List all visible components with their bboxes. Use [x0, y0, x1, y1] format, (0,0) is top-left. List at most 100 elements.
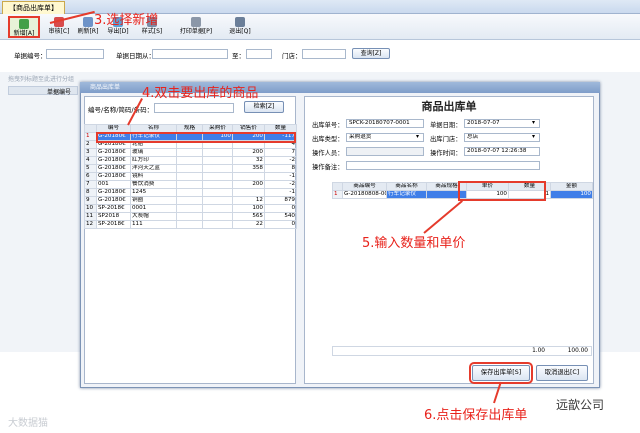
- refresh-button-label: 刷新[R]: [77, 28, 99, 35]
- col-header[interactable]: [332, 182, 343, 191]
- product-row[interactable]: 6 G-20180€ 镜料 -1: [84, 172, 297, 181]
- stock-qty: -2: [264, 156, 297, 165]
- purchase-price: [202, 148, 233, 157]
- product-code: G-20180€: [96, 172, 131, 181]
- product-search-button[interactable]: 检索[Z]: [244, 101, 284, 113]
- sale-price: [232, 172, 265, 181]
- doc-no-field[interactable]: SPCK-20180707-0001: [346, 119, 424, 128]
- total-amount: 100.00: [567, 348, 588, 354]
- total-quantity: 1.00: [532, 348, 545, 354]
- new-button-label: 新增[A]: [13, 30, 35, 37]
- step5-annotation: 5.输入数量和单价: [362, 236, 466, 251]
- amount-cell: 100: [550, 190, 593, 199]
- row-number: 2: [84, 140, 97, 149]
- chevron-down-icon[interactable]: ▾: [532, 119, 535, 126]
- exit-button[interactable]: 退出[Q]: [226, 16, 254, 38]
- row-number: 6: [84, 172, 97, 181]
- store-input[interactable]: [302, 49, 346, 59]
- chevron-down-icon[interactable]: ▾: [532, 133, 535, 140]
- op-time-label: 操作时间：: [430, 150, 462, 157]
- row-number: 12: [84, 220, 97, 229]
- print-button[interactable]: 打印单据[P]: [172, 16, 220, 38]
- doc-date-label: 单据日期：: [430, 122, 462, 129]
- product-spec: [176, 188, 203, 197]
- product-row[interactable]: 12 SP-2018€ 111 22 0: [84, 220, 297, 229]
- doc-no-input[interactable]: [46, 49, 104, 59]
- stock-qty: 8: [264, 164, 297, 173]
- col-header[interactable]: 金额: [550, 182, 593, 191]
- chevron-down-icon[interactable]: ▾: [416, 133, 419, 140]
- date-from-input[interactable]: [152, 49, 228, 59]
- store-select[interactable]: 总店: [464, 133, 540, 142]
- product-row[interactable]: 10 SP-2018€ 0001 100 0: [84, 204, 297, 213]
- document-tab[interactable]: 【商品出库单】: [2, 1, 65, 14]
- remark-field[interactable]: [346, 161, 540, 170]
- sale-price: 100: [232, 204, 265, 213]
- product-spec: [176, 196, 203, 205]
- product-name: 洋河天之蓝: [130, 164, 177, 173]
- row-number: 10: [84, 204, 97, 213]
- audit-button-label: 审核[C]: [48, 28, 70, 35]
- product-code: G-20180€: [96, 156, 131, 165]
- save-stock-out-button[interactable]: 保存出库单[S]: [469, 362, 533, 384]
- product-spec: [176, 156, 203, 165]
- product-row[interactable]: 11 SP2018 大炭帽 565 540: [84, 212, 297, 221]
- product-row[interactable]: 7 001 餐饮消费 200 -2: [84, 180, 297, 189]
- doc-no-label: 单据编号：: [14, 52, 47, 60]
- col-header[interactable]: 商品名称: [386, 182, 427, 191]
- purchase-price: [202, 180, 233, 189]
- type-label: 出库类型：: [312, 136, 344, 143]
- remark-label: 操作备注：: [312, 164, 344, 171]
- product-search-label: 编号/名称/简码/条码：: [88, 106, 154, 114]
- sale-price: 565: [232, 212, 265, 221]
- product-code: SP-2018€: [96, 204, 131, 213]
- selected-product-highlight: [96, 132, 296, 143]
- query-button[interactable]: 查询[Z]: [352, 48, 390, 59]
- sale-price: [232, 188, 265, 197]
- col-header[interactable]: [84, 124, 97, 133]
- product-code: G-20180€: [96, 196, 131, 205]
- store-label: 门店：: [282, 52, 302, 60]
- product-row[interactable]: 3 G-20180€ 玻璃 200 7: [84, 148, 297, 157]
- stock-qty: 0: [264, 220, 297, 229]
- sale-price: 358: [232, 164, 265, 173]
- product-code: SP-2018€: [96, 220, 131, 229]
- row-number: 3: [84, 148, 97, 157]
- cancel-exit-button[interactable]: 取消退出[C]: [536, 365, 588, 381]
- product-search-input[interactable]: [154, 103, 234, 113]
- sale-price: 200: [232, 148, 265, 157]
- product-spec: [176, 172, 203, 181]
- product-row[interactable]: 8 G-20180€ 1245 -1: [84, 188, 297, 197]
- col-header[interactable]: 商品编号: [342, 182, 387, 191]
- print-icon: [191, 17, 201, 27]
- product-name: 铜圈: [130, 196, 177, 205]
- doc-no-field-label: 出库单号：: [312, 122, 344, 129]
- stock-qty: -2: [264, 180, 297, 189]
- operator-field[interactable]: [346, 147, 424, 156]
- type-select[interactable]: 采购退货: [346, 133, 424, 142]
- item-code[interactable]: G-20180808-000: [342, 190, 387, 199]
- stock-qty: 0: [264, 204, 297, 213]
- row-number: 4: [84, 156, 97, 165]
- grid-header-doc-no: 单据编号: [47, 89, 72, 96]
- new-button[interactable]: 新增[A]: [8, 16, 40, 38]
- op-time-field[interactable]: 2018-07-07 12:26:38: [464, 147, 540, 156]
- product-row[interactable]: 5 G-20180€ 洋河天之蓝 358 8: [84, 164, 297, 173]
- product-row[interactable]: 4 G-20180€ 红方印 32 -2: [84, 156, 297, 165]
- item-name[interactable]: 行车记录仪: [386, 190, 427, 199]
- product-name: 镜料: [130, 172, 177, 181]
- purchase-price: [202, 164, 233, 173]
- product-name: 餐饮消费: [130, 180, 177, 189]
- stock-qty: -1: [264, 172, 297, 181]
- sale-price: 32: [232, 156, 265, 165]
- date-to-label: 至：: [232, 52, 245, 60]
- product-spec: [176, 148, 203, 157]
- doc-date-field[interactable]: 2018-07-07: [464, 119, 540, 128]
- product-row[interactable]: 9 G-20180€ 铜圈 12 879: [84, 196, 297, 205]
- sale-price: 22: [232, 220, 265, 229]
- step6-annotation: 6.点击保存出库单: [424, 408, 528, 423]
- product-name: 1245: [130, 188, 177, 197]
- exit-icon: [235, 17, 245, 27]
- row-number: 1: [84, 132, 97, 141]
- date-to-input[interactable]: [246, 49, 272, 59]
